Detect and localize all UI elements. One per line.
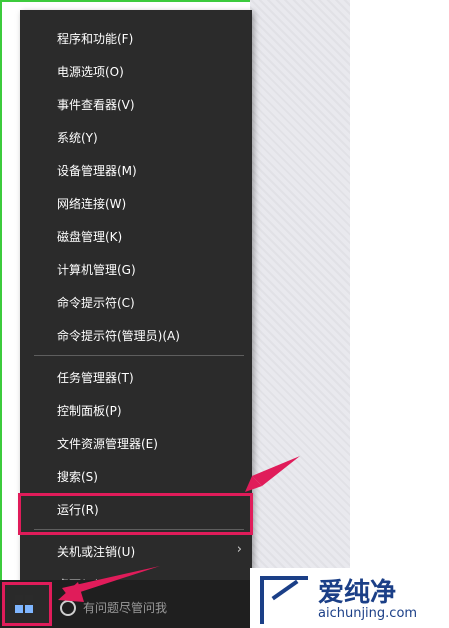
menu-item-label: 控制面板(P) [57, 404, 122, 418]
menu-item-shutdown-signout[interactable]: 关机或注销(U) › [20, 540, 252, 564]
menu-item-label: 关机或注销(U) [57, 545, 136, 559]
menu-item-network-connections[interactable]: 网络连接(W) [20, 192, 252, 216]
run-highlight-box [18, 493, 253, 535]
menu-item-label: 事件查看器(V) [57, 98, 135, 112]
menu-item-label: 文件资源管理器(E) [57, 437, 158, 451]
windows-logo-icon [15, 595, 33, 613]
search-placeholder: 有问题尽管问我 [83, 601, 168, 615]
menu-item-label: 系统(Y) [57, 131, 98, 145]
menu-item-command-prompt-admin[interactable]: 命令提示符(管理员)(A) [20, 324, 252, 348]
desktop-background [250, 0, 350, 628]
menu-item-control-panel[interactable]: 控制面板(P) [20, 399, 252, 423]
menu-item-programs-features[interactable]: 程序和功能(F) [20, 27, 252, 51]
menu-item-command-prompt[interactable]: 命令提示符(C) [20, 291, 252, 315]
menu-item-label: 程序和功能(F) [57, 32, 134, 46]
watermark-url: aichunjing.com [318, 606, 418, 621]
menu-item-system[interactable]: 系统(Y) [20, 126, 252, 150]
menu-item-device-manager[interactable]: 设备管理器(M) [20, 159, 252, 183]
page-background [350, 0, 449, 628]
menu-item-label: 搜索(S) [57, 470, 98, 484]
watermark-title: 爱纯净 [318, 578, 397, 608]
menu-item-computer-management[interactable]: 计算机管理(G) [20, 258, 252, 282]
taskbar-search-box[interactable]: 有问题尽管问我 [55, 595, 255, 623]
menu-item-task-manager[interactable]: 任务管理器(T) [20, 366, 252, 390]
menu-item-disk-management[interactable]: 磁盘管理(K) [20, 225, 252, 249]
chevron-right-icon: › [236, 542, 242, 557]
start-button[interactable] [2, 582, 52, 626]
menu-item-label: 网络连接(W) [57, 197, 127, 211]
watermark-logo: 爱纯净 aichunjing.com [250, 568, 449, 628]
menu-item-label: 设备管理器(M) [57, 164, 137, 178]
menu-item-label: 磁盘管理(K) [57, 230, 123, 244]
menu-item-file-explorer[interactable]: 文件资源管理器(E) [20, 432, 252, 456]
menu-item-event-viewer[interactable]: 事件查看器(V) [20, 93, 252, 117]
watermark-logo-icon [260, 576, 308, 624]
menu-item-label: 命令提示符(C) [57, 296, 135, 310]
menu-item-search[interactable]: 搜索(S) [20, 465, 252, 489]
cortana-icon [60, 600, 76, 616]
menu-item-power-options[interactable]: 电源选项(O) [20, 60, 252, 84]
menu-item-label: 电源选项(O) [57, 65, 124, 79]
menu-separator [34, 355, 244, 356]
menu-item-label: 计算机管理(G) [57, 263, 136, 277]
menu-item-label: 命令提示符(管理员)(A) [57, 329, 180, 343]
menu-item-label: 任务管理器(T) [57, 371, 134, 385]
